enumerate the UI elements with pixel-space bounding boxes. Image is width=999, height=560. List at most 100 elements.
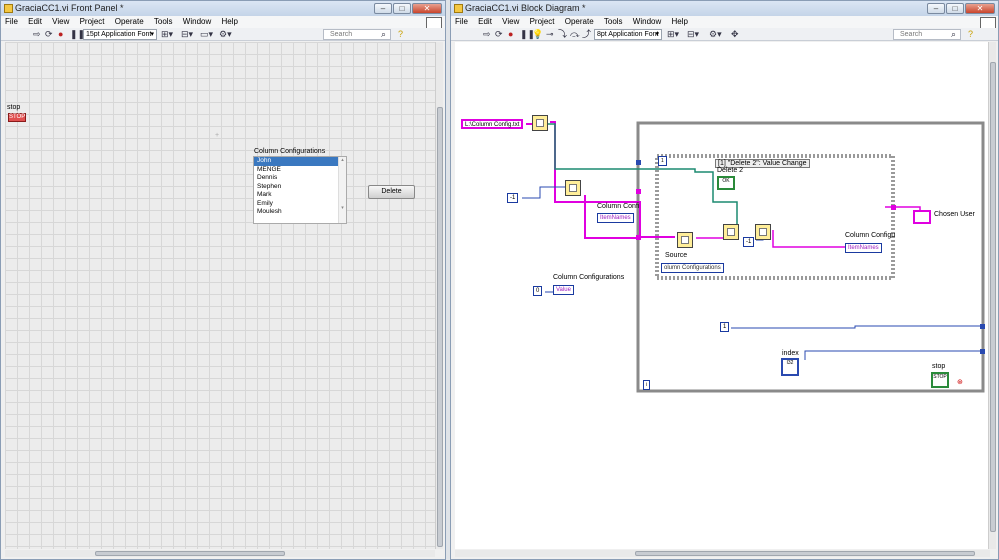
minimize-button[interactable]: – xyxy=(374,3,392,14)
menu-project[interactable]: Project xyxy=(526,16,559,28)
negative-one-constant-b[interactable]: -1 xyxy=(743,237,755,247)
close-button[interactable]: ✕ xyxy=(412,3,442,14)
distribute-objects-icon[interactable]: ⊟▾ xyxy=(181,29,193,40)
stop-label: stop xyxy=(7,104,21,111)
minimize-button[interactable]: – xyxy=(927,3,945,14)
retain-wire-values-icon[interactable]: ⊸ xyxy=(546,29,554,40)
front-panel-horizontal-scrollbar[interactable] xyxy=(5,550,435,557)
help-icon[interactable]: ? xyxy=(398,29,403,40)
font-select[interactable]: 15pt Application Font xyxy=(83,29,157,40)
event-structure-frame xyxy=(655,154,895,280)
menu-file[interactable]: File xyxy=(1,16,22,28)
search-icon[interactable]: ⌕ xyxy=(381,29,386,40)
menu-file[interactable]: File xyxy=(451,16,472,28)
origin-crosshair: + xyxy=(215,132,220,139)
maximize-button[interactable]: □ xyxy=(393,3,411,14)
step-out-icon[interactable]: ⤴ xyxy=(582,29,591,40)
listbox-item[interactable]: MENGE xyxy=(254,166,338,175)
help-icon[interactable]: ? xyxy=(968,29,973,40)
clean-up-diagram-icon[interactable]: ✥ xyxy=(731,29,739,40)
chosen-user-label: Chosen User xyxy=(934,211,975,218)
value-property[interactable]: Value xyxy=(553,285,574,295)
abort-icon[interactable]: ● xyxy=(508,29,513,40)
listbox-scrollbar[interactable]: ▴ ▾ xyxy=(338,157,346,223)
labview-app-icon xyxy=(4,4,13,13)
menu-operate[interactable]: Operate xyxy=(561,16,598,28)
value-node-label: Column Configurations xyxy=(553,274,625,281)
block-diagram-toolbar: ⇨ ⟳ ● ❚❚ 💡 ⊸ ⤵ ⤼ ⤴ 8pt Application Font … xyxy=(451,28,998,41)
menu-tools[interactable]: Tools xyxy=(600,16,627,28)
source-refnum[interactable]: olumn Configurations xyxy=(661,263,724,273)
source-label: Source xyxy=(665,252,688,259)
listbox-item[interactable]: John xyxy=(254,157,338,166)
delete-from-array-node[interactable] xyxy=(723,224,739,240)
stop-button[interactable]: STOP xyxy=(8,113,26,122)
search-icon[interactable]: ⌕ xyxy=(951,29,956,40)
search-array-node[interactable] xyxy=(677,232,693,248)
delete2-label: Delete 2 xyxy=(717,167,744,174)
step-into-icon[interactable]: ⤵ xyxy=(558,29,567,40)
align-objects-icon[interactable]: ⊞▾ xyxy=(667,29,679,40)
run-continuously-icon[interactable]: ⟳ xyxy=(495,29,503,40)
menu-edit[interactable]: Edit xyxy=(474,16,496,28)
listbox-item[interactable]: Mark xyxy=(254,191,338,200)
menu-view[interactable]: View xyxy=(498,16,523,28)
index-terminal[interactable]: I32 xyxy=(781,358,799,376)
block-diagram-horizontal-scrollbar[interactable] xyxy=(455,550,990,557)
font-select[interactable]: 8pt Application Font xyxy=(594,29,662,40)
highlight-execution-icon[interactable]: 💡 xyxy=(532,29,543,40)
distribute-objects-icon[interactable]: ⊟▾ xyxy=(687,29,699,40)
block-diagram-titlebar: GraciaCC1.vi Block Diagram * xyxy=(451,1,998,16)
front-panel-canvas[interactable]: stop + xyxy=(5,42,435,549)
align-objects-icon[interactable]: ⊞▾ xyxy=(161,29,173,40)
delete2-terminal[interactable]: OK xyxy=(717,176,735,190)
menu-help[interactable]: Help xyxy=(667,16,691,28)
resize-objects-icon[interactable]: ▭▾ xyxy=(200,29,213,40)
menu-project[interactable]: Project xyxy=(76,16,109,28)
menu-window[interactable]: Window xyxy=(629,16,665,28)
read-spreadsheet-node[interactable] xyxy=(532,115,548,131)
run-arrow-icon[interactable]: ⇨ xyxy=(33,29,41,40)
property-node-b-itemnames[interactable]: ItemNames xyxy=(845,243,882,253)
run-continuously-icon[interactable]: ⟳ xyxy=(45,29,53,40)
decrement-node[interactable] xyxy=(755,224,771,240)
block-diagram-vscroll-thumb[interactable] xyxy=(990,62,996,532)
front-panel-vscroll-thumb[interactable] xyxy=(437,107,443,547)
run-arrow-icon[interactable]: ⇨ xyxy=(483,29,491,40)
reorder-icon[interactable]: ⚙▾ xyxy=(709,29,722,40)
block-diagram-hscroll-thumb[interactable] xyxy=(635,551,975,556)
abort-icon[interactable]: ● xyxy=(58,29,63,40)
menu-tools[interactable]: Tools xyxy=(150,16,177,28)
menu-help[interactable]: Help xyxy=(217,16,241,28)
index-array-node[interactable] xyxy=(565,180,581,196)
front-panel-window: GraciaCC1.vi Front Panel * – □ ✕ File Ed… xyxy=(0,0,446,560)
close-button[interactable]: ✕ xyxy=(965,3,995,14)
listbox-item[interactable]: Moulesh xyxy=(254,208,338,217)
event-index-terminal: 1 xyxy=(658,156,667,166)
loop-iteration-terminal: i xyxy=(643,380,651,390)
column-configurations-listbox[interactable]: John MENGE Dennis Stephen Mark Emily Mou… xyxy=(253,156,347,224)
maximize-button[interactable]: □ xyxy=(946,3,964,14)
block-diagram-canvas[interactable]: L:\Column Config.txt -1 Column Confi Ite… xyxy=(455,42,990,549)
file-path-constant[interactable]: L:\Column Config.txt xyxy=(461,119,524,129)
zero-constant[interactable]: 0 xyxy=(533,286,543,296)
menu-view[interactable]: View xyxy=(48,16,73,28)
loop-condition-icon[interactable]: ⊛ xyxy=(957,378,963,386)
step-over-icon[interactable]: ⤼ xyxy=(570,29,580,40)
menu-edit[interactable]: Edit xyxy=(24,16,46,28)
menu-window[interactable]: Window xyxy=(179,16,215,28)
front-panel-hscroll-thumb[interactable] xyxy=(95,551,285,556)
listbox-item[interactable]: Stephen xyxy=(254,183,338,192)
property-node-a-itemnames[interactable]: ItemNames xyxy=(597,213,634,223)
block-diagram-vertical-scrollbar[interactable] xyxy=(988,42,996,549)
one-constant[interactable]: 1 xyxy=(720,322,730,332)
stop-terminal[interactable]: STOP xyxy=(931,372,949,388)
delete-button[interactable]: Delete xyxy=(368,185,415,199)
menu-operate[interactable]: Operate xyxy=(111,16,148,28)
reorder-icon[interactable]: ⚙▾ xyxy=(219,29,232,40)
front-panel-vertical-scrollbar[interactable] xyxy=(435,42,443,549)
chosen-user-indicator[interactable] xyxy=(913,210,931,224)
negative-one-constant[interactable]: -1 xyxy=(507,193,519,203)
listbox-item[interactable]: Emily xyxy=(254,200,338,209)
listbox-item[interactable]: Dennis xyxy=(254,174,338,183)
